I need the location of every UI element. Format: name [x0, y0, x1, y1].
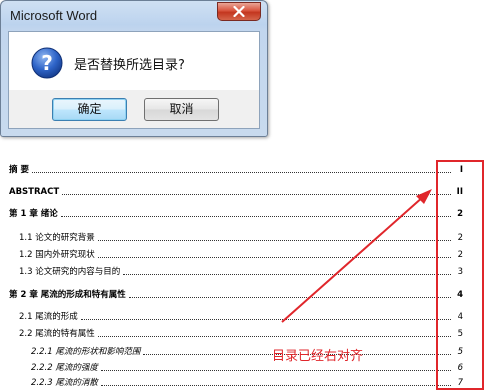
toc-leader [100, 385, 451, 386]
close-icon [233, 6, 245, 17]
close-button[interactable] [217, 2, 261, 21]
annotation-label: 目录已经右对齐 [272, 349, 364, 364]
dialog-title: Microsoft Word [10, 8, 98, 23]
dialog-body: ? 是否替换所选目录? 确定 取消 [8, 31, 260, 129]
ok-button[interactable]: 确定 [52, 98, 127, 121]
cancel-button[interactable]: 取消 [144, 98, 219, 121]
svg-text:?: ? [41, 51, 53, 75]
confirm-dialog: Microsoft Word ? 是否替换所选目录? 确定 取消 [0, 0, 268, 137]
dialog-titlebar[interactable]: Microsoft Word [1, 1, 267, 31]
dialog-message: 是否替换所选目录? [74, 58, 185, 73]
message-area: ? 是否替换所选目录? [9, 32, 259, 90]
question-icon: ? [31, 47, 63, 79]
